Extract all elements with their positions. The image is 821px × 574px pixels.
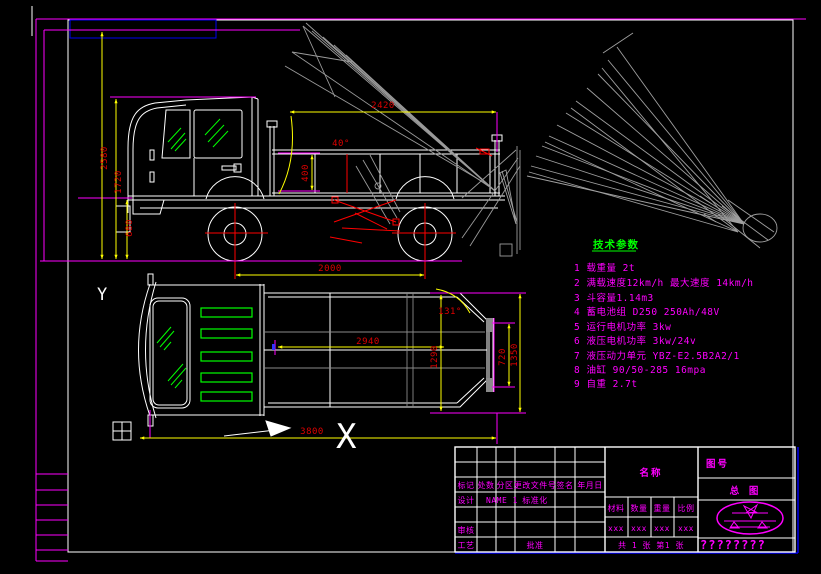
tech-item-5: 5 运行电机功率 3kw (574, 321, 671, 333)
frame-zone-boxes (36, 473, 68, 562)
tipping-linkage (205, 147, 493, 279)
cargo-bed (266, 120, 503, 196)
dim-frame-height: 680 (125, 219, 135, 237)
tech-item-3: 3 斗容量1.14m3 (574, 292, 654, 304)
tb-approve: 批准 (527, 540, 544, 550)
dim-tip-angle: 40° (332, 139, 350, 149)
tb-date: 年月日 (577, 480, 603, 490)
tb-review: 审核 (458, 525, 475, 535)
dim-wall-height: 400 (301, 164, 311, 182)
tb-val-scale: xxx (678, 524, 694, 533)
tech-item-4: 4 蓄电池组 D250 250Ah/48V (574, 306, 720, 318)
dim-wheelbase: 2000 (318, 264, 342, 274)
tb-sheet-info: 共 1 张 第1 张 (618, 540, 684, 550)
tb-count: 处数 (478, 480, 495, 490)
dim-tipped-length: 2420 (371, 101, 395, 111)
tech-item-9: 9 自重 2.7t (574, 378, 638, 390)
glass-hatch-plan (156, 326, 187, 389)
dim-cab-height: 1720 (114, 170, 124, 194)
tb-sign: 签名 (557, 480, 574, 490)
tb-col-scale: 比例 (678, 503, 695, 513)
tb-val-quantity: xxx (631, 524, 647, 533)
windshield-plan (149, 297, 191, 409)
mechanism-motion-study (499, 32, 778, 249)
roof-louvers (200, 307, 253, 402)
tech-item-7: 7 液压动力单元 YBZ-E2.5B2A2/1 (574, 350, 740, 362)
glass-hatch-side (167, 118, 229, 152)
top-view-dimensions: 2940 3800 1290 720 1350 131° (139, 288, 526, 444)
tech-params: 技术参数 1 载重量 2t 2 满载速度12km/h 最大速度 14km/h 3… (574, 238, 754, 390)
marker-y: Y (97, 285, 107, 305)
company-logo (716, 501, 784, 535)
tb-standardization: 标准化 (522, 495, 548, 505)
tech-item-6: 6 液压电机功率 3kw/24v (574, 335, 696, 347)
title-block: 标记 处数 分区 更改文件号 签名 年月日 设计 NAME 1 标准化 审核 工… (454, 446, 796, 553)
direction-arrow (223, 420, 292, 437)
tb-drawing-no-label: 图号 (706, 459, 729, 470)
tb-mark: 标记 (458, 480, 475, 490)
tb-zone: 分区 (497, 481, 514, 490)
tb-col-weight: 重量 (654, 503, 671, 513)
dim-rear-angle: 131° (438, 307, 462, 317)
dim-rear-door-width: 720 (498, 348, 508, 366)
tb-col-material: 材料 (608, 503, 625, 513)
tb-col-quantity: 数量 (631, 503, 648, 513)
tech-params-title: 技术参数 (593, 238, 639, 251)
rear-side-window (193, 109, 243, 159)
cad-drawing: 2580 1720 680 2420 400 40° 2000 技术参数 1 载… (31, 6, 806, 562)
tech-item-1: 1 载重量 2t (574, 262, 635, 274)
tb-val-weight: xxx (654, 524, 670, 533)
side-tip-trajectory (284, 22, 521, 257)
dim-rear-width: 1350 (510, 343, 520, 367)
section-symbol-box (112, 421, 132, 441)
dim-overall-length: 3800 (300, 427, 324, 437)
tech-item-2: 2 满载速度12km/h 最大速度 14km/h (574, 277, 754, 289)
dim-overall-height: 2580 (100, 146, 110, 170)
side-view-dimensions: 2580 1720 680 2420 400 40° 2000 (40, 29, 498, 277)
tb-name-label: 名称 (639, 467, 662, 479)
tb-designer-name: NAME 1 (486, 496, 518, 505)
dim-body-width: 1290 (430, 345, 440, 369)
viewport-box (69, 19, 217, 39)
tb-val-material: xxx (608, 524, 624, 533)
dim-bed-length: 2940 (356, 337, 380, 347)
marker-x: X (336, 417, 357, 457)
tb-change-doc: 更改文件号 (514, 480, 557, 490)
tech-item-8: 8 油缸 90/50-285 16mpa (574, 364, 706, 376)
tb-drawing-title: 总 图 (730, 485, 761, 497)
tb-company: ???????? (700, 538, 766, 552)
tb-design: 设计 (458, 495, 475, 505)
cad-canvas: 2580 1720 680 2420 400 40° 2000 技术参数 1 载… (0, 0, 821, 574)
snap-tick (272, 344, 275, 350)
tb-process: 工艺 (458, 541, 475, 550)
